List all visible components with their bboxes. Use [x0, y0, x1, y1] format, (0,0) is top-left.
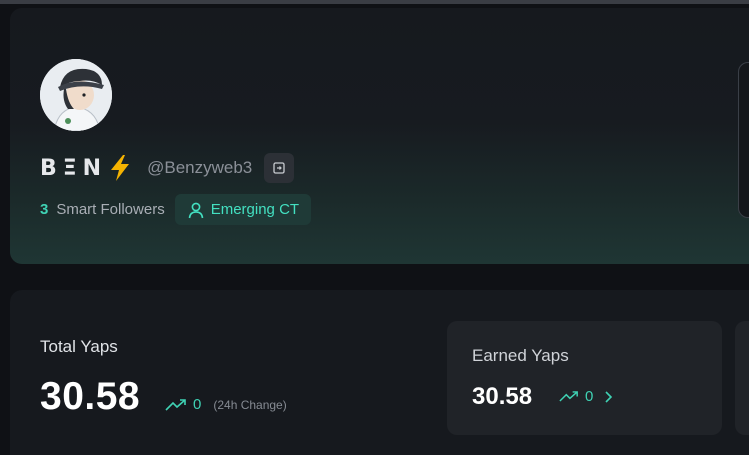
total-yaps-label: Total Yaps — [40, 337, 118, 356]
total-change-note: (24h Change) — [213, 397, 287, 412]
badge-label: Emerging CT — [210, 201, 300, 218]
earned-yaps-card[interactable]: Earned Yaps 30.58 0 — [447, 321, 722, 435]
chevron-right-icon[interactable] — [601, 390, 615, 404]
side-panel[interactable] — [738, 62, 749, 218]
status-badge: Emerging CT — [174, 194, 312, 225]
user-handle[interactable]: @Benzyweb3 — [147, 158, 252, 178]
login-button[interactable] — [264, 153, 295, 183]
avatar[interactable] — [40, 59, 112, 131]
login-icon — [273, 162, 285, 174]
smart-followers-label[interactable]: Smart Followers — [56, 201, 164, 218]
trending-up-icon — [559, 391, 578, 402]
next-stat-card[interactable] — [735, 321, 749, 435]
avatar-image — [40, 59, 112, 131]
total-yaps-value: 30.58 — [40, 375, 141, 418]
lightning-bolt-icon — [111, 155, 130, 181]
trending-up-icon — [165, 398, 186, 411]
earned-change-value: 0 — [585, 388, 594, 405]
total-change-value: 0 — [193, 396, 202, 413]
total-yaps-change: 0 (24h Change) — [165, 396, 287, 413]
earned-yaps-label: Earned Yaps — [472, 346, 569, 365]
earned-yaps-change: 0 — [559, 388, 615, 405]
display-name: BΞN — [40, 155, 108, 181]
user-icon — [188, 202, 204, 218]
name-row: BΞN @Benzyweb3 — [40, 152, 295, 184]
smart-followers-count[interactable]: 3 — [40, 201, 48, 218]
top-border — [0, 0, 749, 4]
followers-row: 3 Smart Followers Emerging CT — [40, 194, 312, 225]
earned-yaps-value: 30.58 — [472, 383, 533, 410]
profile-card — [10, 8, 749, 264]
